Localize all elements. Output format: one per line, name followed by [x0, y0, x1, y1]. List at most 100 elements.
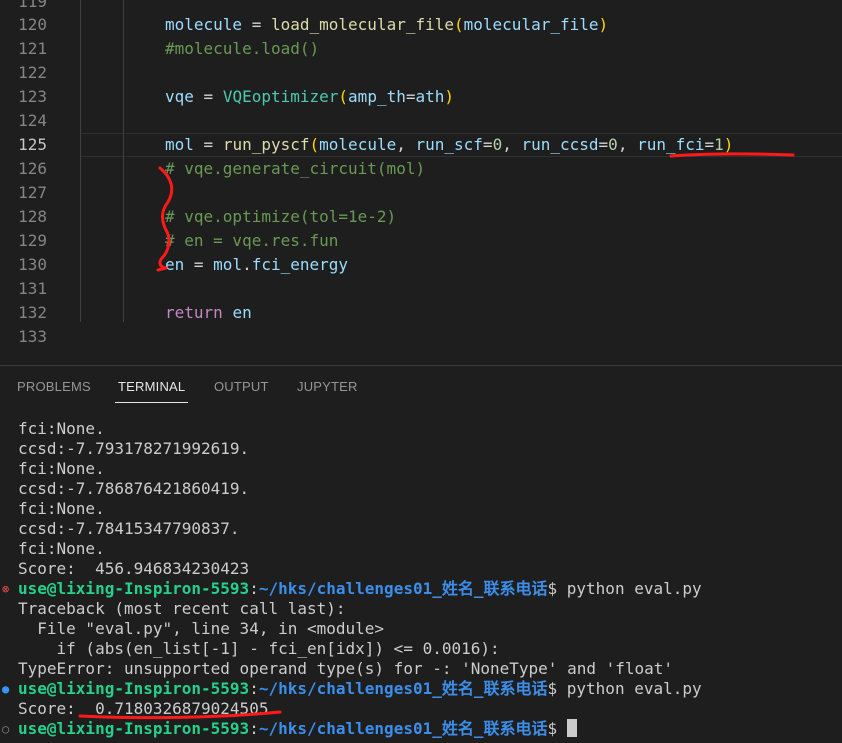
code-token: , [502, 135, 522, 154]
command-status-icon[interactable]: ● [2, 679, 9, 699]
code-token: 1 [714, 135, 724, 154]
prompt-symbol: $ [547, 679, 558, 698]
terminal-output-line: fci:None. [18, 539, 105, 558]
code-line[interactable]: 131 [0, 277, 842, 301]
prompt-symbol: $ [547, 719, 558, 738]
line-number: 121 [18, 39, 47, 58]
code-line[interactable]: 129 # en = vqe.res.fun [0, 229, 842, 253]
code-token: molecule [319, 135, 397, 154]
code-token: 0 [608, 135, 618, 154]
code-token: fci_energy [251, 255, 349, 274]
code-token: return [165, 303, 223, 322]
code-token: VQEoptimizer [222, 87, 339, 106]
terminal-output-line: fci:None. [18, 459, 105, 478]
code-token: load_molecular_file [270, 15, 454, 34]
code-line[interactable]: 123 vqe = VQEoptimizer(amp_th=ath) [0, 85, 842, 109]
prompt-user: use@lixing-Inspiron-5593 [18, 579, 250, 598]
code-token: # vqe.optimize(tol=1e-2) [165, 207, 397, 226]
terminal-output-line: TypeError: unsupported operand type(s) f… [18, 659, 674, 678]
line-number: 128 [18, 207, 47, 226]
code-token: # en = vqe.res.fun [165, 231, 339, 250]
code-token: ath [415, 87, 445, 106]
code-token: = [193, 135, 223, 154]
code-token: = [704, 135, 715, 154]
line-number: 119 [18, 0, 47, 11]
code-token: en [232, 303, 252, 322]
line-number: 129 [18, 231, 47, 250]
terminal-prompt-line: use@lixing-Inspiron-5593:~/hks/challenge… [18, 579, 702, 599]
line-number: 122 [18, 63, 47, 82]
code-line[interactable]: 125 mol = run_pyscf(molecule, run_scf=0, … [0, 133, 842, 157]
prompt-command: python eval.py [557, 579, 702, 598]
code-token: = [242, 15, 271, 34]
terminal-output-line: fci:None. [18, 499, 105, 518]
code-line[interactable]: 120 molecule = load_molecular_file(molecu… [0, 13, 842, 37]
prompt-path: ~/hks/challenges01_姓名_联系电话 [258, 679, 548, 698]
code-token: en [165, 255, 185, 274]
code-token: ) [598, 15, 609, 34]
terminal-prompt-line: use@lixing-Inspiron-5593:~/hks/challenge… [18, 719, 577, 739]
code-line[interactable]: 124 [0, 109, 842, 133]
tab-problems[interactable]: PROBLEMS [17, 379, 91, 395]
prompt-symbol: $ [547, 579, 558, 598]
line-number: 123 [18, 87, 47, 106]
code-line[interactable]: 128 # vqe.optimize(tol=1e-2) [0, 205, 842, 229]
terminal-output-line: ccsd:-7.793178271992619. [18, 439, 250, 458]
code-token: run_ccsd [521, 135, 599, 154]
prompt-path: ~/hks/challenges01_姓名_联系电话 [258, 579, 548, 598]
terminal-prompt-line: use@lixing-Inspiron-5593:~/hks/challenge… [18, 679, 702, 699]
code-token: = [184, 255, 214, 274]
code-token: , [396, 135, 416, 154]
terminal-output-line: ccsd:-7.786876421860419. [18, 479, 250, 498]
line-number: 125 [18, 135, 47, 154]
code-text: # vqe.generate_circuit(mol) [165, 157, 425, 181]
code-text: # vqe.optimize(tol=1e-2) [165, 205, 396, 229]
line-number: 127 [18, 183, 47, 202]
terminal-output-line: Traceback (most recent call last): [18, 599, 346, 618]
terminal-output-line: File "eval.py", line 34, in <module> [18, 619, 385, 638]
prompt-command [557, 719, 567, 738]
code-line[interactable]: 126 # vqe.generate_circuit(mol) [0, 157, 842, 181]
code-text: molecule = load_molecular_file(molecular… [165, 13, 608, 37]
code-line[interactable]: 121 #molecule.load() [0, 37, 842, 61]
code-line[interactable]: 133 [0, 325, 842, 349]
terminal-output-line: if (abs(en_list[-1] - fci_en[idx]) <= 0.… [18, 639, 500, 658]
code-text: vqe = VQEoptimizer(amp_th=ath) [165, 85, 454, 109]
code-line[interactable]: 127 [0, 181, 842, 205]
code-editor[interactable]: 119 120 molecule = load_molecular_file(mol… [0, 0, 842, 365]
code-token: vqe [165, 87, 194, 106]
code-line[interactable]: 130 en = mol.fci_energy [0, 253, 842, 277]
code-line[interactable]: 119 [0, 0, 842, 14]
tab-terminal[interactable]: TERMINAL [118, 379, 185, 395]
code-token: ( [309, 135, 320, 154]
code-token: run_pyscf [222, 135, 310, 154]
code-token: mol [165, 135, 194, 154]
tab-output[interactable]: OUTPUT [214, 379, 269, 395]
terminal-output-line: Score: 0.7180326879024505 [18, 699, 269, 718]
prompt-path: ~/hks/challenges01_姓名_联系电话 [258, 719, 548, 738]
code-line[interactable]: 122 [0, 61, 842, 85]
code-line[interactable]: 132 return en [0, 301, 842, 325]
terminal-output-line: ccsd:-7.78415347790837. [18, 519, 240, 538]
terminal-output-line: Score: 456.946834230423 [18, 559, 250, 578]
code-token: ) [444, 87, 455, 106]
code-token: run_fci [637, 135, 705, 154]
command-status-icon[interactable]: ○ [2, 719, 9, 739]
code-token: . [242, 255, 252, 274]
command-status-icon[interactable]: ⊗ [2, 579, 9, 599]
code-text: # en = vqe.res.fun [165, 229, 338, 253]
code-token: run_scf [415, 135, 483, 154]
code-text: #molecule.load() [165, 37, 319, 61]
code-token: amp_th [348, 87, 406, 106]
code-text: return en [165, 301, 252, 325]
code-token: ) [723, 135, 734, 154]
tab-jupyter[interactable]: JUPYTER [297, 379, 358, 395]
code-token: ( [338, 87, 349, 106]
code-token: , [617, 135, 638, 154]
code-token: = [482, 135, 493, 154]
code-token: = [598, 135, 609, 154]
code-token: # vqe.generate_circuit(mol) [165, 159, 426, 178]
active-tab-indicator [115, 402, 188, 403]
code-text: en = mol.fci_energy [165, 253, 348, 277]
